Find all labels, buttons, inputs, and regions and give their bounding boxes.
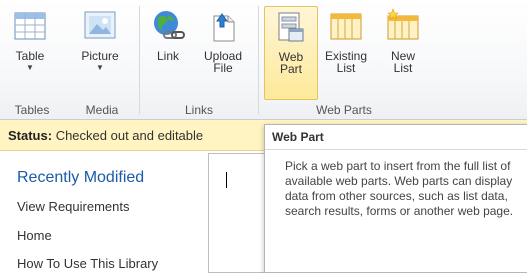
group-label-links: Links bbox=[184, 103, 213, 117]
existing-list-label: Existing List bbox=[324, 49, 368, 75]
tooltip-body: Pick a web part to insert from the full … bbox=[285, 159, 514, 218]
table-button[interactable]: Table ▼ bbox=[8, 6, 52, 98]
new-list-icon bbox=[387, 8, 419, 40]
tooltip-title: Web Part bbox=[272, 130, 324, 144]
group-label-tables: Tables bbox=[14, 103, 50, 117]
tooltip-divider bbox=[265, 149, 527, 150]
chevron-down-icon[interactable]: ▼ bbox=[74, 64, 126, 72]
link-label: Link bbox=[156, 49, 179, 63]
upload-file-icon bbox=[213, 13, 235, 42]
group-label-web-parts: Web Parts bbox=[316, 103, 372, 117]
globe-link-icon bbox=[154, 11, 185, 39]
chevron-down-icon[interactable]: ▼ bbox=[8, 64, 52, 72]
group-divider bbox=[139, 6, 140, 114]
group-divider bbox=[258, 6, 259, 114]
status-text: Status: Checked out and editable bbox=[8, 128, 203, 143]
existing-list-button[interactable]: Existing List bbox=[320, 6, 372, 98]
upload-file-label: Upload File bbox=[203, 49, 243, 75]
web-part-button[interactable]: Web Part bbox=[264, 6, 318, 100]
existing-list-icon bbox=[330, 13, 362, 40]
web-part-tooltip: Web Part Pick a web part to insert from … bbox=[264, 124, 527, 273]
status-value: Checked out and editable bbox=[55, 128, 204, 143]
page-content-editor[interactable] bbox=[208, 153, 266, 273]
quick-launch: Recently Modified View Requirements Home… bbox=[0, 151, 205, 271]
nav-item-home[interactable]: Home bbox=[17, 228, 52, 243]
upload-file-button[interactable]: Upload File bbox=[197, 6, 249, 98]
picture-label: Picture bbox=[81, 49, 119, 63]
nav-item-how-to-use[interactable]: How To Use This Library bbox=[17, 256, 158, 271]
new-list-label: New List bbox=[390, 49, 415, 75]
link-button[interactable]: Link bbox=[147, 6, 189, 98]
recently-modified-heading: Recently Modified bbox=[17, 169, 145, 186]
picture-button[interactable]: Picture ▼ bbox=[74, 6, 126, 98]
table-label: Table bbox=[15, 49, 45, 63]
picture-icon bbox=[84, 11, 116, 39]
group-label-media: Media bbox=[85, 103, 119, 117]
ribbon: Table ▼ Picture ▼ Link Upload File Web P… bbox=[0, 0, 527, 120]
web-part-icon bbox=[278, 12, 304, 42]
new-list-button[interactable]: New List bbox=[380, 6, 426, 98]
nav-item-view-requirements[interactable]: View Requirements bbox=[17, 199, 129, 214]
status-label: Status: bbox=[8, 128, 53, 143]
table-icon bbox=[14, 12, 46, 40]
web-part-label: Web Part bbox=[278, 50, 304, 76]
text-caret bbox=[226, 172, 227, 188]
